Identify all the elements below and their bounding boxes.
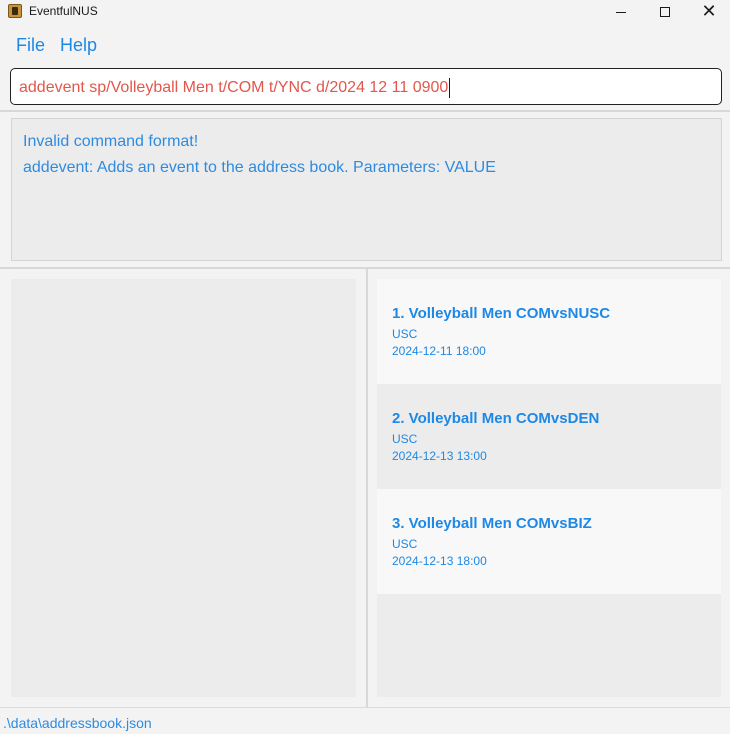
result-display[interactable]: Invalid command format! addevent: Adds a… bbox=[11, 118, 722, 261]
status-bar: .\data\addressbook.json bbox=[0, 707, 730, 734]
event-venue: USC bbox=[392, 327, 418, 341]
menu-bar: File Help bbox=[0, 28, 730, 62]
event-title: 1. Volleyball Men COMvsNUSC bbox=[392, 305, 611, 322]
result-display-area: Invalid command format! addevent: Adds a… bbox=[0, 112, 730, 267]
event-card[interactable]: 1. Volleyball Men COMvsNUSC USC 2024-12-… bbox=[377, 279, 721, 384]
command-box-area: addevent sp/Volleyball Men t/COM t/YNC d… bbox=[0, 62, 730, 110]
split-pane-divider[interactable] bbox=[366, 269, 368, 707]
menu-help[interactable]: Help bbox=[60, 35, 97, 56]
event-card[interactable]: 3. Volleyball Men COMvsBIZ USC 2024-12-1… bbox=[377, 489, 721, 594]
close-button[interactable]: ✕ bbox=[686, 0, 730, 24]
close-icon: ✕ bbox=[701, 1, 717, 22]
window-title: EventfulNUS bbox=[29, 4, 98, 18]
result-line: addevent: Adds an event to the address b… bbox=[23, 159, 496, 176]
title-bar: EventfulNUS ✕ bbox=[0, 0, 730, 24]
event-title: 3. Volleyball Men COMvsBIZ bbox=[392, 515, 592, 532]
event-datetime: 2024-12-13 13:00 bbox=[392, 449, 487, 463]
command-input[interactable]: addevent sp/Volleyball Men t/COM t/YNC d… bbox=[10, 68, 722, 105]
main-area: 1. Volleyball Men COMvsNUSC USC 2024-12-… bbox=[0, 269, 730, 707]
event-card[interactable]: 2. Volleyball Men COMvsDEN USC 2024-12-1… bbox=[377, 384, 721, 489]
event-list[interactable]: 1. Volleyball Men COMvsNUSC USC 2024-12-… bbox=[377, 279, 721, 697]
save-file-path: .\data\addressbook.json bbox=[3, 715, 152, 731]
event-datetime: 2024-12-13 18:00 bbox=[392, 554, 487, 568]
event-title: 2. Volleyball Men COMvsDEN bbox=[392, 410, 600, 427]
result-line: Invalid command format! bbox=[23, 133, 199, 150]
command-input-text: addevent sp/Volleyball Men t/COM t/YNC d… bbox=[19, 79, 449, 96]
text-caret bbox=[449, 77, 451, 98]
event-datetime: 2024-12-11 18:00 bbox=[392, 344, 486, 358]
minimize-icon bbox=[616, 11, 626, 13]
event-venue: USC bbox=[392, 432, 418, 446]
app-icon bbox=[8, 4, 22, 18]
maximize-button[interactable] bbox=[642, 0, 688, 24]
left-list-panel[interactable] bbox=[11, 279, 356, 697]
maximize-icon bbox=[660, 7, 670, 17]
menu-file[interactable]: File bbox=[16, 35, 45, 56]
minimize-button[interactable] bbox=[598, 0, 644, 24]
event-venue: USC bbox=[392, 537, 418, 551]
